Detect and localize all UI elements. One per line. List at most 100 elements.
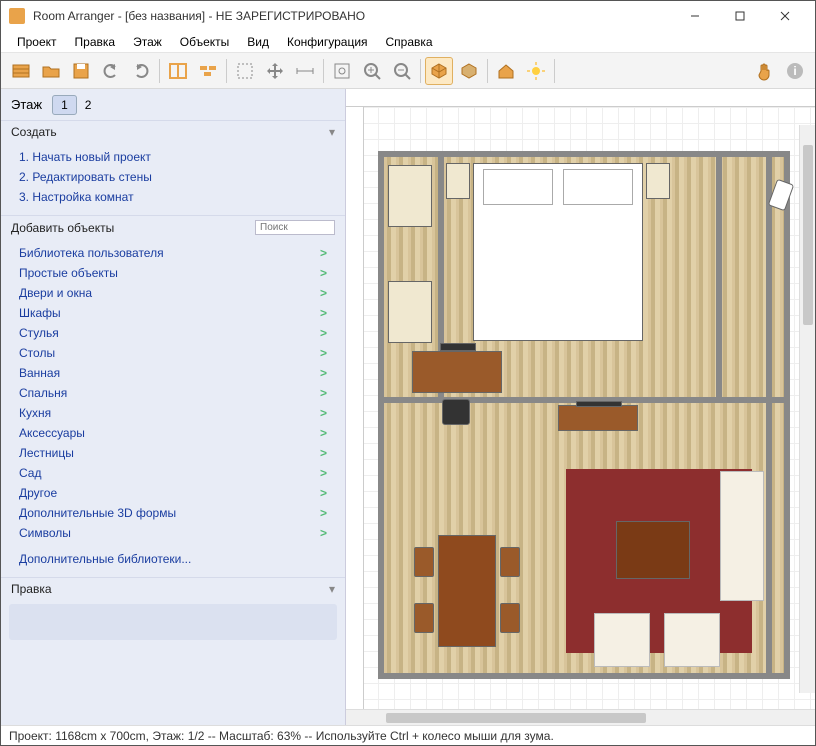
- view-3d-icon[interactable]: [425, 57, 453, 85]
- category-link[interactable]: Кухня>: [15, 403, 331, 423]
- tv[interactable]: [576, 401, 622, 407]
- create-link[interactable]: 1. Начать новый проект: [15, 147, 331, 167]
- edit-panel-body: [9, 604, 337, 640]
- house-icon[interactable]: [492, 57, 520, 85]
- create-link[interactable]: 3. Настройка комнат: [15, 187, 331, 207]
- move-icon[interactable]: [261, 57, 289, 85]
- wall-interior-v2: [716, 157, 722, 397]
- category-link[interactable]: Простые объекты>: [15, 263, 331, 283]
- status-text: Проект: 1168cm x 700cm, Этаж: 1/2 -- Мас…: [9, 729, 554, 743]
- extra-libraries-link[interactable]: Дополнительные библиотеки...: [15, 549, 331, 569]
- redo-icon[interactable]: [127, 57, 155, 85]
- dining-chair[interactable]: [500, 603, 520, 633]
- scrollbar-vertical[interactable]: [799, 125, 815, 693]
- category-link[interactable]: Дополнительные 3D формы>: [15, 503, 331, 523]
- addobj-panel-header[interactable]: Добавить объекты: [1, 215, 345, 239]
- edit-title: Правка: [11, 582, 52, 596]
- create-link[interactable]: 2. Редактировать стены: [15, 167, 331, 187]
- light-icon[interactable]: [522, 57, 550, 85]
- edit-panel-header[interactable]: Правка ▾: [1, 577, 345, 600]
- select-icon[interactable]: [231, 57, 259, 85]
- ruler-horizontal: [346, 89, 815, 107]
- category-link[interactable]: Аксессуары>: [15, 423, 331, 443]
- nightstand[interactable]: [646, 163, 670, 199]
- closet[interactable]: [388, 281, 432, 343]
- chevron-right-icon: >: [320, 286, 327, 300]
- grid-icon[interactable]: [7, 57, 35, 85]
- office-chair[interactable]: [442, 399, 470, 425]
- category-link[interactable]: Столы>: [15, 343, 331, 363]
- menu-конфигурация[interactable]: Конфигурация: [279, 33, 376, 51]
- menu-объекты[interactable]: Объекты: [172, 33, 238, 51]
- save-icon[interactable]: [67, 57, 95, 85]
- statusbar: Проект: 1168cm x 700cm, Этаж: 1/2 -- Мас…: [1, 725, 815, 745]
- menu-этаж[interactable]: Этаж: [125, 33, 170, 51]
- zoom-fit-icon[interactable]: [328, 57, 356, 85]
- floor-tab-2[interactable]: 2: [77, 96, 100, 114]
- category-link[interactable]: Сад>: [15, 463, 331, 483]
- chevron-right-icon: >: [320, 366, 327, 380]
- info-icon[interactable]: i: [781, 57, 809, 85]
- menu-справка[interactable]: Справка: [378, 33, 441, 51]
- open-icon[interactable]: [37, 57, 65, 85]
- chevron-right-icon: >: [320, 426, 327, 440]
- main-area: Этаж 12 Создать ▾ 1. Начать новый проект…: [1, 89, 815, 725]
- chevron-right-icon: >: [320, 506, 327, 520]
- floor-selector: Этаж 12: [1, 89, 345, 120]
- zoom-in-icon[interactable]: [358, 57, 386, 85]
- desk[interactable]: [412, 351, 502, 393]
- search-input[interactable]: [255, 220, 335, 235]
- render-icon[interactable]: [455, 57, 483, 85]
- armchair[interactable]: [594, 613, 650, 667]
- walls-icon[interactable]: [164, 57, 192, 85]
- chevron-right-icon: >: [320, 466, 327, 480]
- svg-text:i: i: [793, 64, 796, 78]
- dining-chair[interactable]: [414, 547, 434, 577]
- category-link[interactable]: Символы>: [15, 523, 331, 543]
- zoom-out-icon[interactable]: [388, 57, 416, 85]
- floor-tab-1[interactable]: 1: [52, 95, 77, 115]
- menu-правка[interactable]: Правка: [67, 33, 124, 51]
- tv-stand[interactable]: [558, 405, 638, 431]
- category-link[interactable]: Библиотека пользователя>: [15, 243, 331, 263]
- dining-chair[interactable]: [500, 547, 520, 577]
- category-link[interactable]: Шкафы>: [15, 303, 331, 323]
- create-panel-header[interactable]: Создать ▾: [1, 120, 345, 143]
- category-link[interactable]: Ванная>: [15, 363, 331, 383]
- floorplan-canvas[interactable]: [346, 107, 815, 709]
- floor-label: Этаж: [11, 97, 42, 112]
- maximize-button[interactable]: [717, 2, 762, 30]
- menu-проект[interactable]: Проект: [9, 33, 65, 51]
- category-link[interactable]: Двери и окна>: [15, 283, 331, 303]
- scroll-thumb[interactable]: [386, 713, 646, 723]
- wall-balcony: [766, 157, 772, 673]
- category-link[interactable]: Стулья>: [15, 323, 331, 343]
- armchair[interactable]: [664, 613, 720, 667]
- close-button[interactable]: [762, 2, 807, 30]
- hand-icon[interactable]: [751, 57, 779, 85]
- floorplan: [378, 151, 790, 679]
- dining-chair[interactable]: [414, 603, 434, 633]
- category-link[interactable]: Лестницы>: [15, 443, 331, 463]
- dining-table[interactable]: [438, 535, 496, 647]
- sofa[interactable]: [720, 471, 764, 601]
- measure-icon[interactable]: [291, 57, 319, 85]
- scroll-thumb[interactable]: [803, 145, 813, 325]
- addobj-title: Добавить объекты: [11, 221, 114, 235]
- chevron-down-icon: ▾: [329, 125, 335, 139]
- bricks-icon[interactable]: [194, 57, 222, 85]
- category-link[interactable]: Спальня>: [15, 383, 331, 403]
- addobj-panel: Библиотека пользователя>Простые объекты>…: [1, 239, 345, 577]
- category-link[interactable]: Другое>: [15, 483, 331, 503]
- closet[interactable]: [388, 165, 432, 227]
- coffee-table[interactable]: [616, 521, 690, 579]
- scrollbar-horizontal[interactable]: [346, 709, 815, 725]
- menu-вид[interactable]: Вид: [239, 33, 277, 51]
- chevron-down-icon: ▾: [329, 582, 335, 596]
- undo-icon[interactable]: [97, 57, 125, 85]
- menubar: ПроектПравкаЭтажОбъектыВидКонфигурацияСп…: [1, 31, 815, 53]
- nightstand[interactable]: [446, 163, 470, 199]
- minimize-button[interactable]: [672, 2, 717, 30]
- monitor[interactable]: [440, 343, 476, 351]
- chevron-right-icon: >: [320, 326, 327, 340]
